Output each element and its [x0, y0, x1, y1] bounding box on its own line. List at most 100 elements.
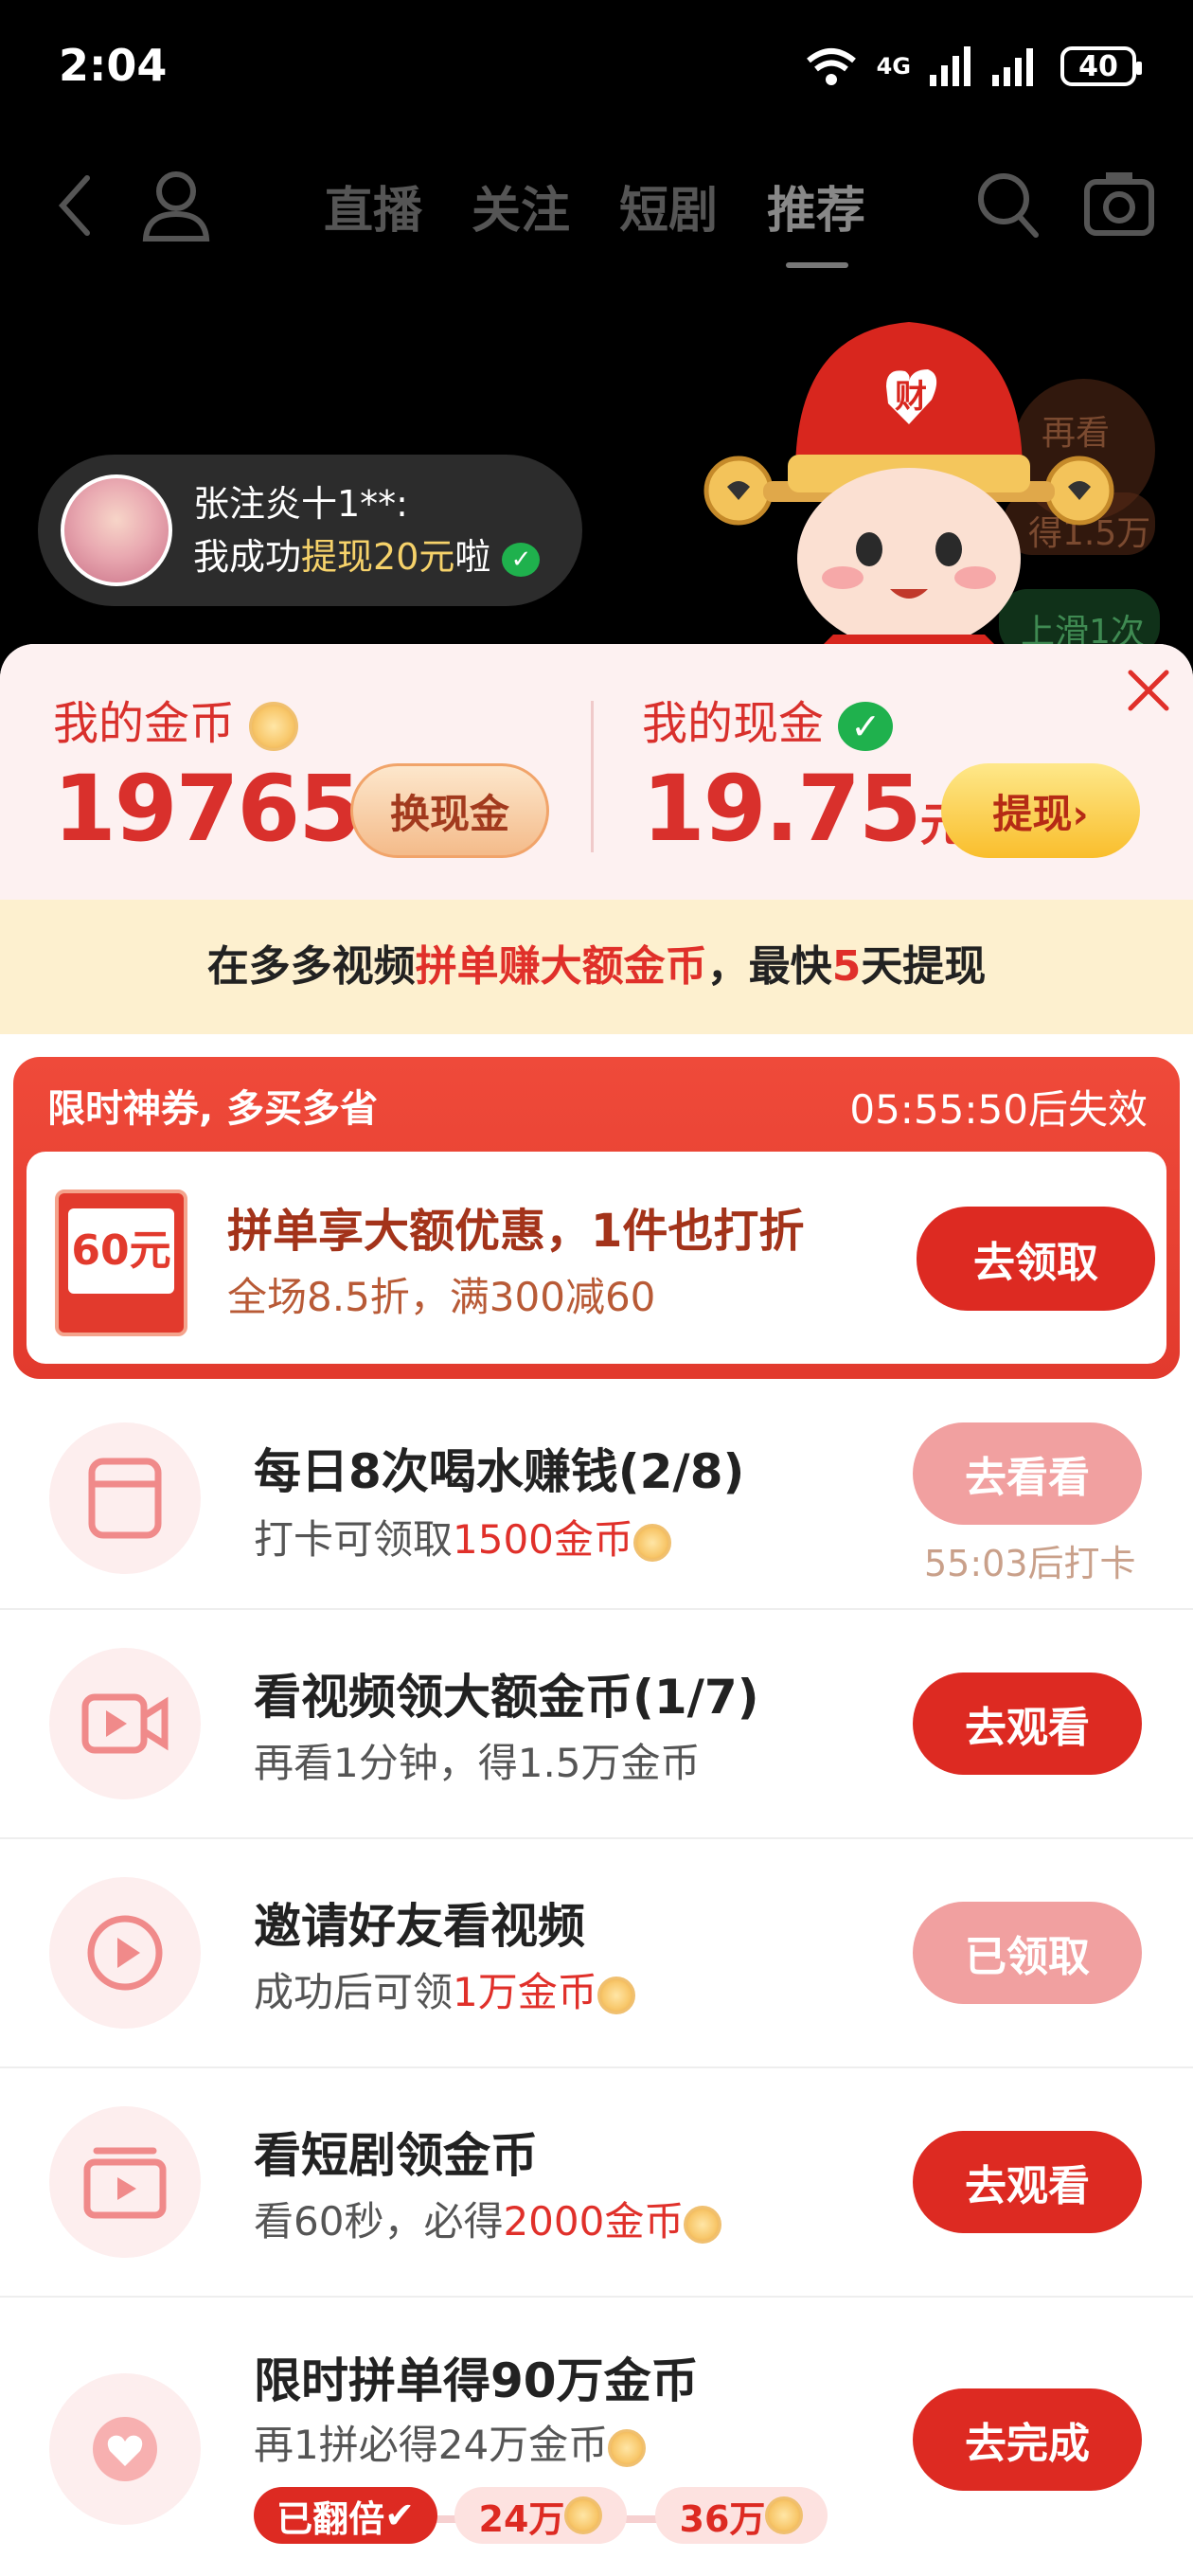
task-sub-highlight: 1万金币: [453, 1969, 597, 2015]
close-icon[interactable]: [1123, 665, 1174, 716]
banner-mid: ，最快: [706, 942, 832, 991]
milestone-chip: 36万: [655, 2487, 828, 2544]
withdraw-toast: 张注炎十1**: 我成功提现20元啦 ✓: [38, 455, 582, 606]
toast-message: 我成功提现20元啦 ✓: [193, 530, 541, 583]
milestone-chip-label: 36万: [679, 2497, 766, 2540]
wallet-card: 我的金币 19765 换现金 我的现金 ✓ 19.75元 提现›: [0, 644, 1193, 900]
complete-button[interactable]: 去完成: [913, 2388, 1142, 2491]
banner-num: 5: [831, 942, 862, 991]
coupon-body: 60元 拼单享大额优惠，1件也打折 全场8.5折，满300减60 去领取: [27, 1152, 1166, 1364]
task-sub-pre: 看60秒，必得: [254, 2198, 504, 2245]
coin-icon: [608, 2428, 647, 2467]
task-sub-highlight: 2000金币: [503, 2198, 685, 2245]
svg-text:财: 财: [895, 379, 927, 415]
coin-icon: [684, 2205, 722, 2244]
coin-icon: [596, 1976, 635, 2014]
exchange-cash-button[interactable]: 换现金: [350, 763, 549, 858]
claimed-button[interactable]: 已领取: [913, 1902, 1142, 2004]
coupon-card: 限时神券, 多买多省 05:55:50后失效 60元 拼单享大额优惠，1件也打折…: [13, 1057, 1180, 1379]
task-item: 看短剧领金币 看60秒，必得2000金币 去观看: [0, 2068, 1193, 2298]
cash-label-row: 我的现金 ✓: [642, 686, 894, 752]
task-subtitle: 再1拼必得24万金币: [254, 2413, 647, 2471]
status-bar: 2:04 4G 40: [0, 0, 1193, 137]
cash-label: 我的现金: [642, 697, 825, 750]
tab-recommend[interactable]: 推荐: [767, 170, 865, 268]
coupon-subtitle: 全场8.5折，满300减60: [227, 1274, 656, 1320]
status-icons: 4G 40: [805, 45, 1142, 87]
check-icon: ✔: [384, 2495, 415, 2536]
wifi-icon: [806, 48, 856, 85]
milestone-chip-label: 24万: [478, 2497, 565, 2540]
task-sub-pre: 再1拼必得24万金币: [254, 2422, 609, 2468]
tab-follow[interactable]: 关注: [472, 170, 570, 242]
task-item: 每日8次喝水赚钱(2/8) 打卡可领取1500金币 去看看 55:03后打卡: [0, 1381, 1193, 1610]
claim-coupon-button[interactable]: 去领取: [917, 1207, 1155, 1311]
task-item: 邀请好友看视频 成功后可领1万金币 已领取: [0, 1839, 1193, 2068]
task-title: 看短剧领金币: [254, 2128, 538, 2183]
battery-indicator: 40: [1060, 46, 1142, 86]
back-icon[interactable]: [55, 172, 93, 239]
coins-value: 19765: [53, 756, 362, 862]
coin-icon: [765, 2496, 804, 2534]
signal-icon-2: [992, 48, 1033, 86]
cash-value: 19.75: [642, 756, 922, 862]
video-camera-icon: [49, 1648, 201, 1799]
play-circle-icon: [49, 1877, 201, 2029]
coin-icon: [564, 2496, 603, 2534]
coin-icon: [249, 702, 299, 751]
task-title: 每日8次喝水赚钱(2/8): [254, 1444, 745, 1499]
task-sub-pre: 打卡可领取: [254, 1516, 454, 1563]
doubled-chip-label: 已翻倍: [276, 2497, 385, 2540]
top-nav: 直播 关注 短剧 推荐: [0, 152, 1193, 268]
task-title: 看视频领大额金币(1/7): [254, 1670, 759, 1725]
wallet-divider: [591, 701, 594, 852]
go-watch-button[interactable]: 去观看: [913, 2131, 1142, 2233]
coupon-ticket-value: 60元: [68, 1208, 174, 1294]
task-sub-highlight: 1500金币: [453, 1516, 633, 1563]
coin-icon: [632, 1523, 671, 1562]
task-item: 限时拼单得90万金币 再1拼必得24万金币 已翻倍 ✔ 24万 36万 去完成: [0, 2298, 1193, 2576]
network-label: 4G: [876, 53, 911, 80]
battery-level: 40: [1078, 49, 1118, 83]
task-subtitle: 成功后可领1万金币: [254, 1960, 635, 2018]
cash-value-row: 19.75元: [642, 756, 966, 862]
coupon-ticket-icon: 60元: [55, 1190, 187, 1336]
banner-highlight: 拼单赚大额金币: [415, 942, 707, 991]
task-item: 看视频领大额金币(1/7) 再看1分钟，得1.5万金币 去观看: [0, 1610, 1193, 1839]
toast-msg-pre: 我成功: [193, 536, 302, 578]
coins-label: 我的金币: [53, 697, 236, 750]
go-watch-button[interactable]: 去观看: [913, 1673, 1142, 1775]
banner-post: 天提现: [861, 942, 987, 991]
doubled-chip: 已翻倍 ✔: [254, 2487, 437, 2544]
status-time: 2:04: [59, 40, 168, 91]
profile-icon[interactable]: [140, 167, 212, 242]
task-sub-pre: 成功后可领: [254, 1969, 454, 2015]
camera-icon[interactable]: [1083, 169, 1155, 237]
go-look-button[interactable]: 去看看: [913, 1422, 1142, 1525]
coupon-countdown: 05:55:50后失效: [849, 1086, 1148, 1133]
task-title: 邀请好友看视频: [254, 1899, 585, 1954]
god-of-wealth-mascot-icon: 财: [703, 322, 1114, 653]
signal-icon: [930, 46, 970, 86]
tab-drama[interactable]: 短剧: [619, 170, 718, 242]
task-note: 55:03后打卡: [924, 1543, 1136, 1584]
rewards-panel: 我的金币 19765 换现金 我的现金 ✓ 19.75元 提现› 在多多视频拼单…: [0, 644, 1193, 2576]
search-icon[interactable]: [975, 169, 1042, 241]
heart-icon: [49, 2373, 201, 2525]
coins-label-row: 我的金币: [53, 686, 299, 752]
banner-pre: 在多多视频: [206, 942, 416, 991]
drama-tv-icon: [49, 2106, 201, 2258]
task-title: 限时拼单得90万金币: [254, 2353, 699, 2408]
task-subtitle: 再看1分钟，得1.5万金币: [254, 1740, 701, 1786]
toast-user: 张注炎十1**:: [193, 483, 408, 525]
check-icon: ✓: [502, 542, 541, 577]
check-icon: ✓: [838, 702, 894, 751]
toast-msg-highlight: 提现20元: [301, 536, 455, 578]
tab-live[interactable]: 直播: [324, 170, 422, 242]
milestone-chip: 24万: [454, 2487, 627, 2544]
coupon-header: 限时神券, 多买多省: [47, 1087, 379, 1131]
toast-text: 张注炎十1**: 我成功提现20元啦 ✓: [193, 477, 541, 583]
withdraw-button[interactable]: 提现›: [941, 763, 1140, 858]
promo-banner: 在多多视频拼单赚大额金币，最快5天提现: [0, 900, 1193, 1034]
task-subtitle: 看60秒，必得2000金币: [254, 2190, 722, 2247]
